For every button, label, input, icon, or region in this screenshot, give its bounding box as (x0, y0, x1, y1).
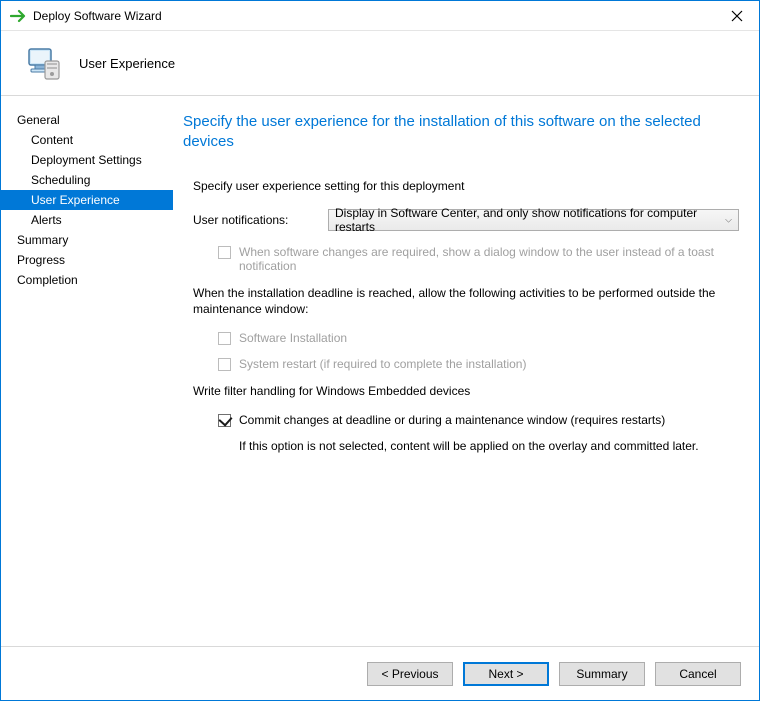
wizard-sidebar: General Content Deployment Settings Sche… (1, 96, 173, 646)
dialog-checkbox-label: When software changes are required, show… (239, 245, 739, 273)
notifications-dropdown-value: Display in Software Center, and only sho… (335, 206, 732, 234)
software-install-label: Software Installation (239, 331, 347, 345)
sidebar-item-deployment-settings[interactable]: Deployment Settings (1, 150, 173, 170)
notifications-dropdown[interactable]: Display in Software Center, and only sho… (328, 209, 739, 231)
summary-button[interactable]: Summary (559, 662, 645, 686)
sidebar-item-progress[interactable]: Progress (1, 250, 173, 270)
computer-icon (23, 43, 63, 83)
wizard-footer: < Previous Next > Summary Cancel (1, 646, 759, 700)
cancel-button[interactable]: Cancel (655, 662, 741, 686)
sidebar-item-alerts[interactable]: Alerts (1, 210, 173, 230)
notifications-row: User notifications: Display in Software … (183, 209, 739, 231)
system-restart-checkbox-row: System restart (if required to complete … (183, 357, 739, 371)
previous-button[interactable]: < Previous (367, 662, 453, 686)
arrow-right-icon (9, 6, 29, 26)
dialog-checkbox-row: When software changes are required, show… (183, 245, 739, 273)
wizard-header: User Experience (1, 31, 759, 96)
commit-checkbox-label: Commit changes at deadline or during a m… (239, 413, 665, 427)
sidebar-item-completion[interactable]: Completion (1, 270, 173, 290)
embedded-heading: Write filter handling for Windows Embedd… (183, 383, 739, 399)
commit-checkbox-row: Commit changes at deadline or during a m… (183, 413, 739, 427)
commit-checkbox[interactable] (218, 414, 231, 427)
window-title: Deploy Software Wizard (33, 9, 162, 23)
system-restart-checkbox (218, 358, 231, 371)
software-install-checkbox (218, 332, 231, 345)
header-page-name: User Experience (79, 56, 175, 71)
next-button[interactable]: Next > (463, 662, 549, 686)
sidebar-item-summary[interactable]: Summary (1, 230, 173, 250)
page-heading: Specify the user experience for the inst… (183, 112, 739, 153)
chevron-down-icon: ⌵ (725, 214, 732, 225)
sidebar-item-general[interactable]: General (1, 110, 173, 130)
wizard-body: General Content Deployment Settings Sche… (1, 96, 759, 646)
sidebar-item-user-experience[interactable]: User Experience (1, 190, 173, 210)
notifications-label: User notifications: (193, 213, 328, 227)
wizard-content: Specify the user experience for the inst… (173, 96, 759, 646)
sidebar-item-scheduling[interactable]: Scheduling (1, 170, 173, 190)
system-restart-label: System restart (if required to complete … (239, 357, 526, 371)
section-intro: Specify user experience setting for this… (183, 179, 739, 193)
software-install-checkbox-row: Software Installation (183, 331, 739, 345)
wizard-window: Deploy Software Wizard User Experience (0, 0, 760, 701)
dialog-checkbox (218, 246, 231, 259)
commit-info-text: If this option is not selected, content … (183, 439, 739, 453)
close-button[interactable] (715, 1, 759, 31)
deadline-text: When the installation deadline is reache… (183, 285, 739, 317)
sidebar-item-content[interactable]: Content (1, 130, 173, 150)
titlebar: Deploy Software Wizard (1, 1, 759, 31)
